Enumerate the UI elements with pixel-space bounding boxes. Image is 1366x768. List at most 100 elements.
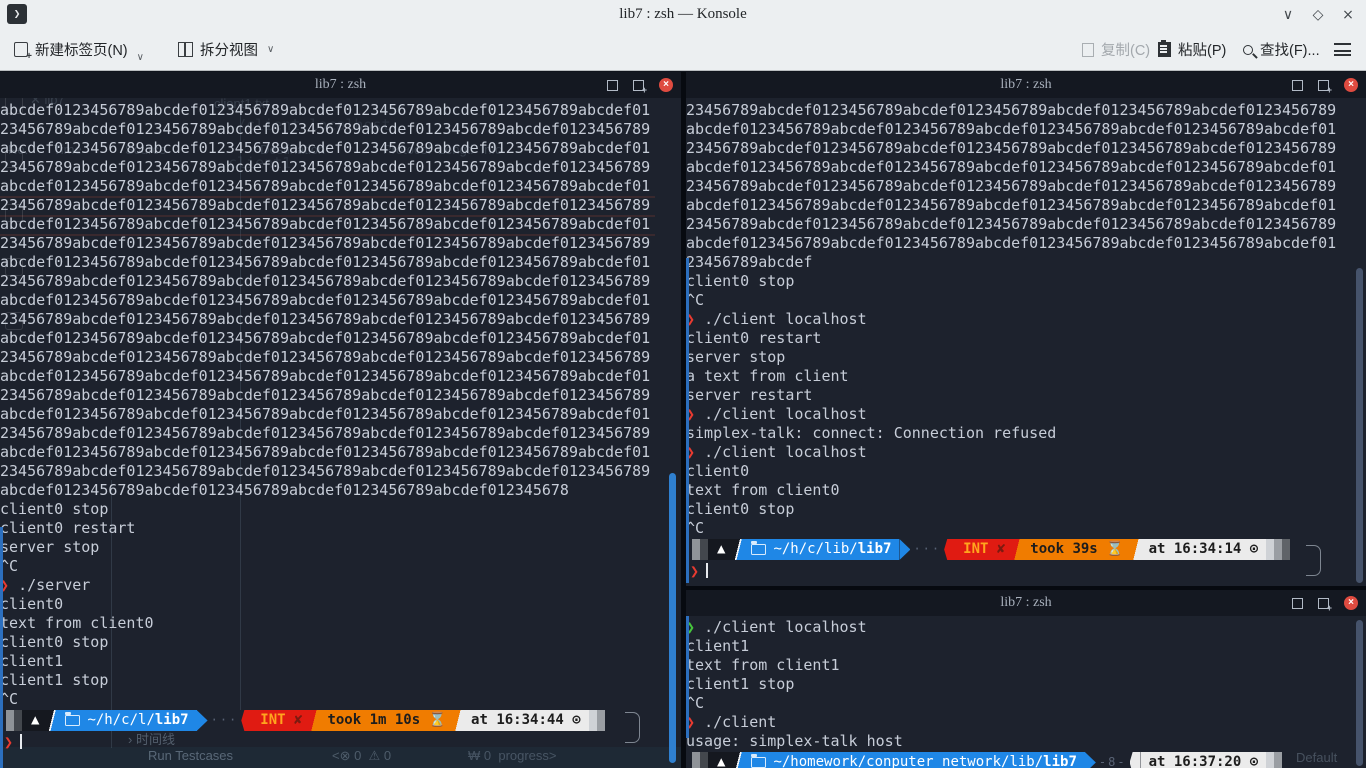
terminal-line: 23456789abcdef <box>686 253 1366 272</box>
os-arch-icon: ▲ <box>708 752 734 768</box>
powerline-arrow <box>241 710 252 731</box>
maximize-pane-icon[interactable] <box>1292 80 1303 91</box>
terminal-line: abcdef0123456789abcdef0123456789abcdef01… <box>0 177 681 196</box>
folder-icon <box>65 715 80 726</box>
powerline-block <box>700 752 708 768</box>
scrollbar-thumb[interactable] <box>1356 620 1363 766</box>
timestamp-label: at 16:37:20 <box>1149 752 1250 768</box>
hourglass-icon: ⌛ <box>429 710 446 731</box>
close-pane-icon[interactable]: × <box>1344 596 1358 610</box>
exit-status-label: INT <box>963 539 997 560</box>
paste-icon <box>1158 42 1171 57</box>
new-output-marker <box>686 258 689 583</box>
powerline-arrow <box>1130 752 1141 768</box>
directory-path: ~/homework/conputer_network/lib/ <box>773 752 1043 768</box>
copy-button[interactable]: 复制(C) <box>1082 29 1150 70</box>
maximize-pane-icon[interactable] <box>607 80 618 91</box>
clock-icon: ⊙ <box>1250 539 1258 560</box>
detach-pane-icon[interactable] <box>1318 598 1329 609</box>
terminal-line: 23456789abcdef0123456789abcdef0123456789… <box>0 234 681 253</box>
terminal-line: text from client0 <box>0 614 681 633</box>
powerline-block <box>692 752 700 768</box>
text-cursor <box>706 563 708 578</box>
terminal-line: client0 stop <box>686 272 1366 291</box>
os-arch-icon: ▲ <box>22 710 48 731</box>
terminal-pane-top-right[interactable]: lib7 : zsh × 23456789abcdef0123456789abc… <box>686 72 1366 586</box>
terminal-line: client1 <box>0 652 681 671</box>
close-pane-icon[interactable]: × <box>1344 78 1358 92</box>
window-title: lib7 : zsh — Konsole <box>0 0 1366 29</box>
terminal-line: abcdef0123456789abcdef0123456789abcdef01… <box>0 101 681 120</box>
terminal-line: server restart <box>686 386 1366 405</box>
terminal-line: ❯ ./client localhost <box>686 443 1366 462</box>
hourglass-icon: ⌛ <box>1106 539 1123 560</box>
minimize-icon[interactable]: ∨ <box>1280 7 1296 23</box>
terminal-line: abcdef0123456789abcdef0123456789abcdef01… <box>0 329 681 348</box>
detach-pane-icon[interactable] <box>1318 80 1329 91</box>
hamburger-menu-button[interactable] <box>1334 29 1351 70</box>
powerline-block <box>1282 539 1290 560</box>
timestamp-segment: at 16:34:44 ⊙ <box>463 710 589 731</box>
terminal-line: abcdef0123456789abcdef0123456789abcdef01… <box>0 405 681 424</box>
scrollbar-thumb[interactable] <box>1356 268 1363 583</box>
scrollbar-thumb[interactable] <box>669 473 676 763</box>
terminal-line: client0 restart <box>0 519 681 538</box>
window-titlebar[interactable]: ❯ lib7 : zsh — Konsole ∨ ◇ × <box>0 0 1366 29</box>
terminal-line: server stop <box>686 348 1366 367</box>
split-view-button[interactable]: 拆分视图 ∨ <box>178 29 274 70</box>
paste-button[interactable]: 粘贴(P) <box>1158 29 1226 70</box>
prompt-arrow: ❯ <box>690 562 699 580</box>
close-icon[interactable]: × <box>1340 7 1356 23</box>
new-tab-button[interactable]: 新建标签页(N) ∨ <box>14 29 144 70</box>
terminal-pane-bottom-right[interactable]: lib7 : zsh × ❯ ./client localhostclient1… <box>686 590 1366 768</box>
terminal-line: 23456789abcdef0123456789abcdef0123456789… <box>686 101 1366 120</box>
hamburger-menu-icon <box>1334 43 1351 56</box>
search-icon <box>1243 45 1253 55</box>
timestamp-label: at 16:34:44 <box>471 710 572 731</box>
terminal-line: 23456789abcdef0123456789abcdef0123456789… <box>0 310 681 329</box>
directory-name: lib7 <box>155 710 189 731</box>
text-cursor <box>20 734 22 749</box>
terminal-output: abcdef0123456789abcdef0123456789abcdef01… <box>0 101 681 709</box>
terminal-line: ^C <box>686 519 1366 538</box>
terminal-line: ^C <box>0 690 681 709</box>
exit-status-segment: INT ✘ <box>955 539 1013 560</box>
powerline-block <box>597 710 605 731</box>
terminal-line: ❯ ./client localhost <box>686 405 1366 424</box>
close-pane-icon[interactable]: × <box>659 78 673 92</box>
pane-header: lib7 : zsh × <box>686 590 1366 616</box>
split-view-icon <box>178 42 193 57</box>
timestamp-label: at 16:34:14 <box>1149 539 1250 560</box>
powerline-block <box>1274 752 1282 768</box>
detach-pane-icon[interactable] <box>633 80 644 91</box>
terminal-line: 23456789abcdef0123456789abcdef0123456789… <box>0 424 681 443</box>
powerline-prompt: ▲~/homework/conputer_network/lib/lib7-8-… <box>692 752 1366 768</box>
prompt-arrow: ❯ <box>4 733 13 751</box>
powerline-arrow <box>1085 752 1096 768</box>
terminal-pane-left[interactable]: lib7 : zsh × abcdef0123456789abcdef01234… <box>0 72 681 768</box>
powerline-prompt: ▲~/h/c/lib/lib7···INT ✘took 39s ⌛at 16:3… <box>692 539 1366 560</box>
powerline-arrow <box>899 539 910 560</box>
chevron-down-icon: ∨ <box>267 44 274 55</box>
find-label: 查找(F)... <box>1260 39 1320 60</box>
powerline-block <box>1266 539 1274 560</box>
powerline-block <box>1266 752 1274 768</box>
maximize-icon[interactable]: ◇ <box>1310 7 1326 23</box>
directory-name: lib7 <box>858 539 892 560</box>
powerline-block <box>700 539 708 560</box>
duration-segment: took 1m 10s ⌛ <box>319 710 454 731</box>
directory-segment: ~/h/c/lib/lib7 <box>743 539 899 560</box>
prompt-row: ❯ <box>4 733 681 752</box>
exit-status-segment: INT ✘ <box>252 710 310 731</box>
find-button[interactable]: 查找(F)... <box>1243 29 1320 70</box>
chevron-down-icon: ∨ <box>137 52 144 63</box>
powerline-joint <box>734 752 743 768</box>
powerline-joint <box>48 710 57 731</box>
exit-status-label: INT <box>260 710 294 731</box>
powerline-block <box>14 710 22 731</box>
powerline-block <box>6 710 14 731</box>
terminal-line: client1 stop <box>686 675 1366 694</box>
os-arch-icon: ▲ <box>708 539 734 560</box>
terminal-line: client1 stop <box>0 671 681 690</box>
maximize-pane-icon[interactable] <box>1292 598 1303 609</box>
